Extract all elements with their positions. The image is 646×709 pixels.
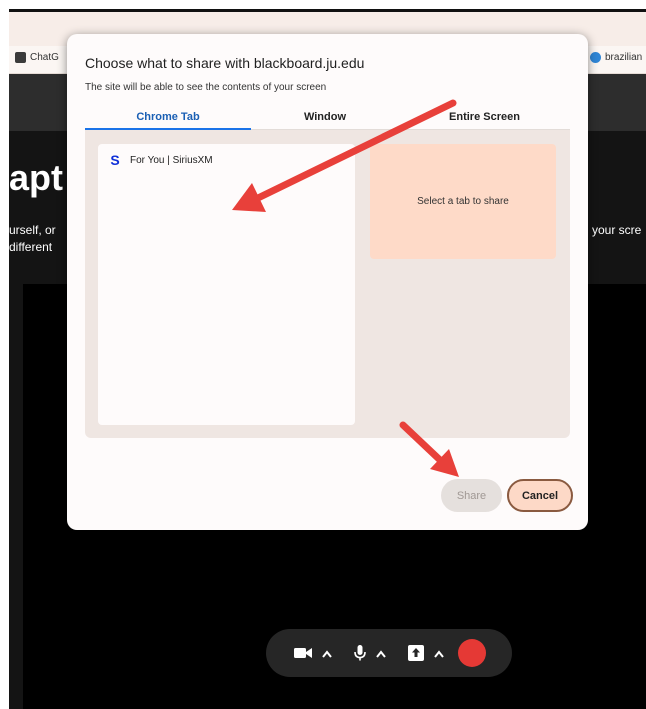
page-heading: apt: [9, 157, 63, 198]
chevron-up-icon[interactable]: [322, 646, 332, 661]
recording-control-bar: [266, 629, 512, 677]
tab-list[interactable]: S For You | SiriusXM: [98, 144, 355, 425]
share-screen-icon[interactable]: [408, 645, 424, 661]
camera-icon[interactable]: [294, 647, 312, 659]
tab-chrome-tab[interactable]: Chrome Tab: [85, 104, 251, 130]
chatgpt-icon: [15, 52, 26, 63]
bookmark-brazilian[interactable]: brazilian: [590, 52, 642, 63]
list-item[interactable]: S For You | SiriusXM: [108, 152, 213, 168]
bookmark-chatgpt[interactable]: ChatG: [15, 52, 59, 63]
page-text-line: different: [9, 240, 53, 254]
tab-preview: Select a tab to share: [370, 144, 556, 259]
tab-item-label: For You | SiriusXM: [130, 154, 213, 166]
tab-window[interactable]: Window: [251, 104, 399, 130]
page-text-line: your scre: [592, 223, 642, 237]
share-content-panel: S For You | SiriusXM Select a tab to sha…: [85, 130, 570, 438]
preview-placeholder-text: Select a tab to share: [417, 196, 509, 207]
share-button[interactable]: Share: [441, 479, 502, 512]
dialog-subtitle: The site will be able to see the content…: [85, 82, 327, 93]
chevron-up-icon[interactable]: [376, 646, 386, 661]
search-bubble-icon: [590, 52, 601, 63]
cancel-button[interactable]: Cancel: [507, 479, 573, 512]
share-source-tabs: Chrome Tab Window Entire Screen: [85, 104, 570, 130]
siriusxm-icon: S: [110, 152, 120, 168]
dialog-title: Choose what to share with blackboard.ju.…: [85, 55, 365, 71]
share-screen-dialog: Choose what to share with blackboard.ju.…: [67, 34, 588, 530]
microphone-icon[interactable]: [354, 645, 366, 661]
bookmark-label: brazilian: [605, 52, 643, 63]
record-icon[interactable]: [458, 639, 486, 667]
chevron-up-icon[interactable]: [434, 646, 444, 661]
tab-entire-screen[interactable]: Entire Screen: [399, 104, 570, 130]
page-text-line: urself, or: [9, 223, 56, 237]
bookmark-label: ChatG: [30, 52, 59, 63]
